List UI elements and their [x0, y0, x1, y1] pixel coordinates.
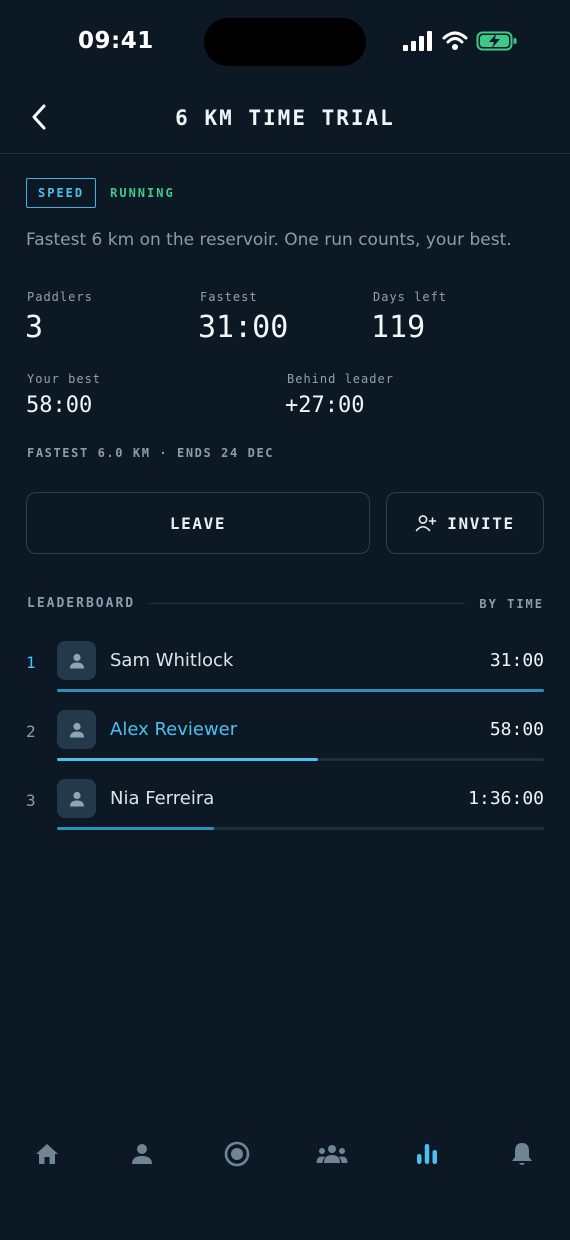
progress-fill [57, 827, 215, 830]
add-user-icon [415, 515, 437, 532]
challenge-description: Fastest 6 km on the reservoir. One run c… [26, 230, 512, 250]
progress-fill [57, 689, 544, 692]
avatar [57, 641, 96, 680]
behind-leader-value: +27:00 [285, 393, 365, 418]
invite-button[interactable]: INVITE [386, 492, 544, 554]
paddlers-value: 3 [25, 310, 44, 345]
days-left-value: 119 [371, 310, 426, 345]
fastest-label: Fastest [200, 290, 258, 304]
challenge-terms: FASTEST 6.0 KM · ENDS 24 DEC [27, 446, 275, 460]
days-left-label: Days left [373, 290, 448, 304]
group-icon [316, 1145, 348, 1163]
participant-name: Alex Reviewer [110, 719, 238, 740]
progress-track [57, 758, 544, 761]
status-time: 09:41 [78, 28, 154, 54]
person-icon [69, 653, 84, 668]
your-best-label: Your best [27, 372, 102, 386]
your-best-value: 58:00 [26, 393, 93, 418]
nav-notifications[interactable] [498, 1130, 546, 1178]
progress-track [57, 827, 544, 830]
leaderboard-sort-label: BY TIME [479, 596, 544, 611]
rank-number: 2 [26, 722, 36, 741]
rank-number: 1 [26, 653, 36, 672]
progress-fill [57, 758, 318, 761]
nav-groups[interactable] [308, 1130, 356, 1178]
participant-name: Sam Whitlock [110, 650, 234, 671]
page-title: 6 KM TIME TRIAL [175, 106, 395, 130]
header: 6 KM TIME TRIAL [0, 86, 570, 154]
profile-icon [132, 1144, 152, 1164]
home-icon [36, 1144, 58, 1164]
signal-icon [403, 31, 432, 51]
person-icon [69, 791, 84, 806]
bell-icon [512, 1143, 532, 1165]
progress-track [57, 689, 544, 692]
participant-name: Nia Ferreira [110, 788, 215, 809]
record-icon [224, 1141, 250, 1167]
leaderboard-title: LEADERBOARD [27, 596, 136, 611]
status-bar: 09:41 [0, 0, 570, 86]
participant-time: 58:00 [489, 719, 544, 740]
challenge-tags: SPEED RUNNING [26, 178, 175, 208]
nav-record[interactable] [213, 1130, 261, 1178]
leaderboard-header: LEADERBOARD BY TIME [27, 596, 544, 611]
paddlers-label: Paddlers [27, 290, 93, 304]
dynamic-island [204, 18, 366, 66]
leave-button[interactable]: LEAVE [26, 492, 370, 554]
leaderboard-row-current-user[interactable]: 2 Alex Reviewer 58:00 [0, 710, 570, 774]
participant-time: 31:00 [489, 650, 544, 671]
nav-leaderboard[interactable] [403, 1130, 451, 1178]
behind-leader-label: Behind leader [287, 372, 394, 386]
battery-charging-icon [476, 31, 517, 51]
wifi-icon [442, 31, 468, 50]
status-icons [402, 30, 518, 52]
invite-button-label: INVITE [447, 513, 515, 533]
bottom-nav [0, 1130, 570, 1180]
leaderboard-row[interactable]: 3 Nia Ferreira 1:36:00 [0, 779, 570, 843]
rank-number: 3 [26, 791, 36, 810]
leave-button-label: LEAVE [169, 513, 227, 533]
avatar [57, 710, 96, 749]
fastest-value: 31:00 [198, 310, 289, 345]
divider [149, 603, 466, 604]
type-badge: SPEED [26, 178, 97, 208]
participant-time: 1:36:00 [468, 788, 544, 809]
nav-profile[interactable] [118, 1130, 166, 1178]
nav-home[interactable] [23, 1130, 71, 1178]
avatar [57, 779, 96, 818]
status-badge: RUNNING [110, 186, 175, 200]
leaderboard-icon [417, 1144, 437, 1164]
person-icon [69, 722, 84, 737]
leaderboard-row[interactable]: 1 Sam Whitlock 31:00 [0, 641, 570, 705]
